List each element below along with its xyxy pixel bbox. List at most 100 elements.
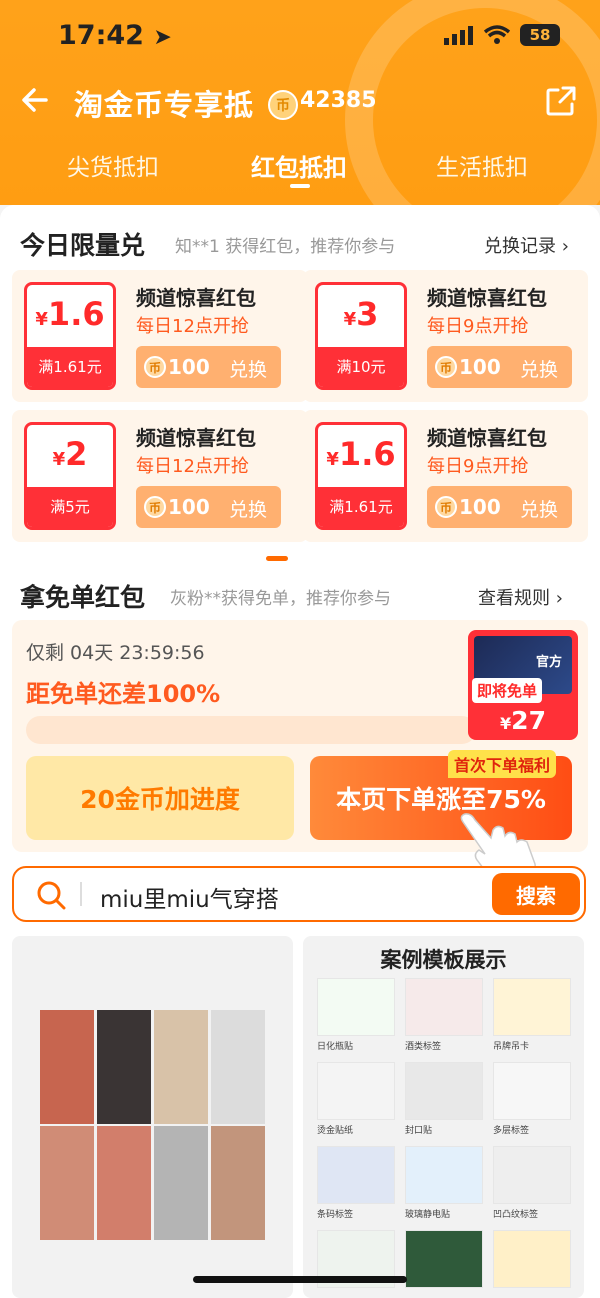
card-time: 每日12点开抢	[136, 316, 249, 337]
card-time: 每日12点开抢	[136, 456, 249, 477]
progress-bar	[26, 716, 476, 744]
card-name: 频道惊喜红包	[427, 286, 547, 310]
home-indicator	[193, 1276, 407, 1283]
redeem-history-link[interactable]: 兑换记录 ›	[484, 232, 569, 258]
template-item: 玻璃静电贴	[405, 1146, 483, 1220]
limited-subtitle: 知**1 获得红包，推荐你参与	[175, 237, 396, 257]
free-product-card[interactable]: 官方 即将免单 ¥27	[468, 630, 578, 740]
redeem-coins: 100	[168, 495, 210, 519]
location-arrow-icon: ➤	[153, 25, 172, 50]
progress-text: 距免单还差100%	[26, 680, 221, 708]
template-item: 酒类标签	[405, 978, 483, 1052]
view-rules-link[interactable]: 查看规则 ›	[478, 584, 563, 610]
coupon-card: ¥2 满5元 频道惊喜红包 每日12点开抢 币 100 兑换	[12, 410, 308, 542]
coupon-ticket: ¥1.6 满1.61元	[315, 422, 407, 530]
coupon-threshold: 满10元	[318, 347, 404, 387]
redeem-button[interactable]: 币 100 兑换	[136, 346, 281, 388]
template-item: 烫金贴纸	[317, 1062, 395, 1136]
coupon-amount: 1.6	[47, 295, 105, 333]
signal-icon	[444, 26, 473, 45]
coupon-card: ¥1.6 满1.61元 频道惊喜红包 每日12点开抢 币 100 兑换	[12, 270, 308, 402]
page-title: 淘金币专享抵	[74, 88, 255, 122]
coupon-card: ¥1.6 满1.61元 频道惊喜红包 每日9点开抢 币 100 兑换	[303, 410, 588, 542]
swatch	[154, 1126, 208, 1240]
feed-item-right[interactable]: 案例模板展示 日化瓶贴 酒类标签 吊牌吊卡 烫金贴纸 封口贴 多层标签 条码标签…	[303, 936, 584, 1298]
swatch	[154, 1010, 208, 1124]
tab-hongbao[interactable]: 红包抵扣	[251, 148, 347, 183]
redeem-label: 兑换	[519, 359, 558, 381]
tab-shenghuo[interactable]: 生活抵扣	[436, 148, 528, 182]
template-item: 凹凸纹标签	[493, 1146, 571, 1220]
swatch	[40, 1010, 94, 1124]
coupon-threshold: 满1.61元	[27, 347, 113, 387]
search-bar: miu里miu气穿搭 搜索	[12, 866, 586, 922]
card-time: 每日9点开抢	[427, 456, 529, 477]
free-order-title: 拿免单红包	[20, 583, 146, 612]
redeem-label: 兑换	[228, 499, 267, 521]
tab-indicator	[290, 184, 310, 188]
status-icons: 58	[444, 24, 560, 46]
header: 17:42 ➤ 58 淘金币专享抵 币 42385 尖货抵扣 红包抵扣 生活抵扣	[0, 0, 600, 205]
coupon-ticket: ¥1.6 满1.61元	[24, 282, 116, 390]
add-progress-button[interactable]: 20金币加进度	[26, 756, 294, 840]
feed-item-left[interactable]	[12, 936, 293, 1298]
countdown: 仅剩 04天 23:59:56	[26, 642, 205, 664]
template-item: 日化瓶贴	[317, 978, 395, 1052]
template-grid-title: 案例模板展示	[380, 948, 507, 972]
coin-icon: 币	[268, 90, 298, 120]
coupon-amount: 3	[356, 295, 379, 333]
card-name: 频道惊喜红包	[136, 286, 256, 310]
template-item: 吊牌吊卡	[493, 978, 571, 1052]
chevron-right-icon: ›	[555, 588, 563, 609]
limited-title: 今日限量兑	[20, 231, 146, 260]
redeem-button[interactable]: 币 100 兑换	[136, 486, 281, 528]
template-item: 多层标签	[493, 1062, 571, 1136]
template-item	[493, 1230, 571, 1288]
carousel-indicator	[266, 556, 288, 561]
wifi-icon	[484, 25, 510, 44]
share-icon[interactable]	[545, 85, 577, 121]
battery-icon: 58	[520, 24, 560, 46]
coin-icon: 币	[144, 356, 166, 378]
template-item: 条码标签	[317, 1146, 395, 1220]
card-time: 每日9点开抢	[427, 316, 529, 337]
search-divider	[80, 882, 82, 906]
redeem-label: 兑换	[519, 499, 558, 521]
tab-bar: 尖货抵扣 红包抵扣 生活抵扣	[0, 148, 600, 188]
swatch	[211, 1126, 265, 1240]
redeem-button[interactable]: 币 100 兑换	[427, 486, 572, 528]
swatch	[211, 1010, 265, 1124]
redeem-coins: 100	[459, 355, 501, 379]
first-order-tag: 首次下单福利	[448, 750, 557, 778]
product-price: ¥27	[500, 706, 546, 735]
redeem-coins: 100	[459, 495, 501, 519]
redeem-label: 兑换	[228, 359, 267, 381]
swatch	[97, 1126, 151, 1240]
search-button[interactable]: 搜索	[492, 873, 580, 915]
search-icon	[37, 881, 66, 910]
free-soon-tag: 即将免单	[472, 678, 543, 703]
redeem-button[interactable]: 币 100 兑换	[427, 346, 572, 388]
tab-jianhuo[interactable]: 尖货抵扣	[67, 148, 159, 182]
chevron-right-icon: ›	[561, 236, 569, 257]
swatch	[40, 1126, 94, 1240]
coin-count: 42385	[300, 88, 377, 113]
card-name: 频道惊喜红包	[136, 426, 256, 450]
template-item: 封口贴	[405, 1062, 483, 1136]
coupon-ticket: ¥3 满10元	[315, 282, 407, 390]
free-order-subtitle: 灰粉**获得免单，推荐你参与	[170, 589, 391, 609]
coupon-threshold: 满5元	[27, 487, 113, 527]
coin-icon: 币	[435, 496, 457, 518]
coin-icon: 币	[144, 496, 166, 518]
redeem-coins: 100	[168, 355, 210, 379]
status-time: 17:42 ➤	[58, 20, 172, 51]
swatch	[97, 1010, 151, 1124]
coupon-amount: 1.6	[338, 435, 396, 473]
coupon-ticket: ¥2 满5元	[24, 422, 116, 530]
search-input[interactable]: miu里miu气穿搭	[100, 880, 279, 914]
back-icon[interactable]	[20, 82, 50, 122]
template-item	[405, 1230, 483, 1288]
card-name: 频道惊喜红包	[427, 426, 547, 450]
coupon-amount: 2	[65, 435, 88, 473]
coupon-threshold: 满1.61元	[318, 487, 404, 527]
